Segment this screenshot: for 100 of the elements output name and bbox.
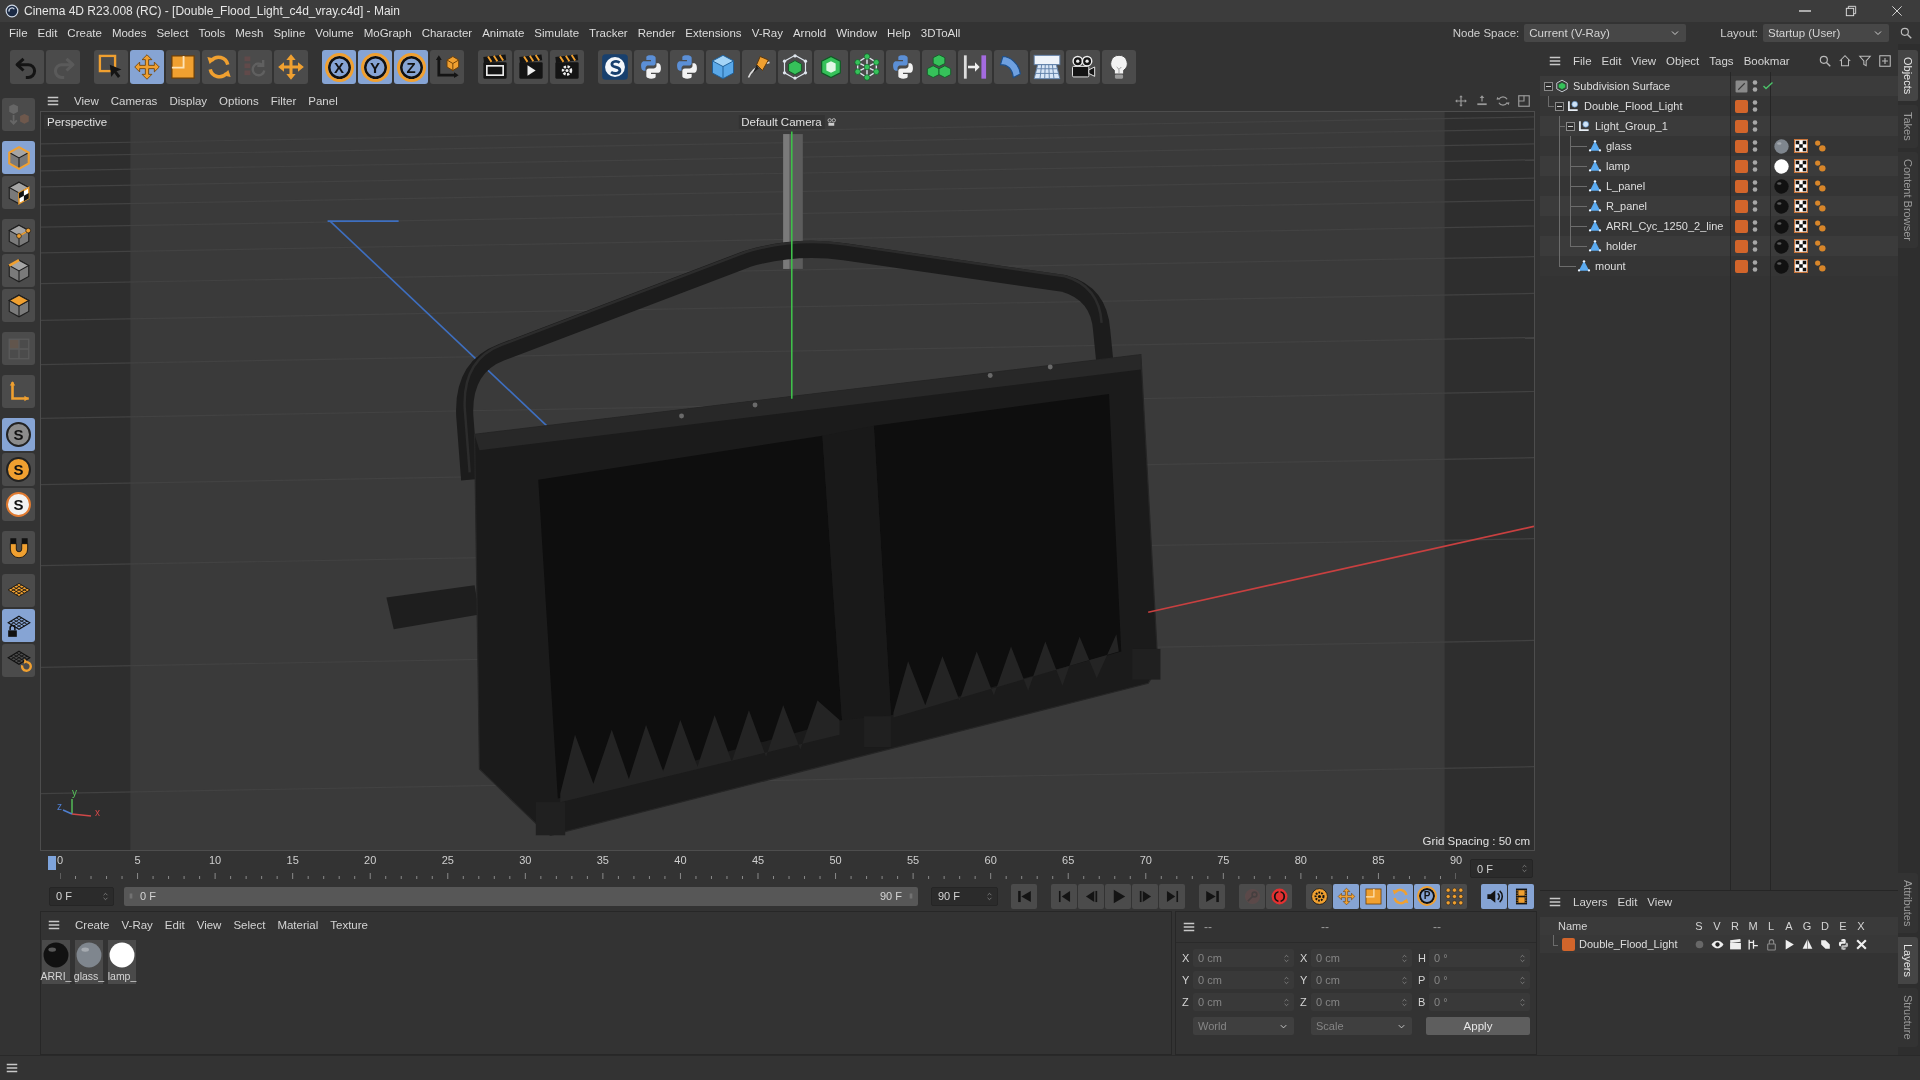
panel-tab[interactable]: Content Browser <box>1898 152 1918 248</box>
rotate-tool-button[interactable] <box>202 50 236 84</box>
menu-item[interactable]: View <box>68 94 105 107</box>
menu-item[interactable]: Layers <box>1568 896 1613 908</box>
material-ball-icon[interactable] <box>1774 158 1789 174</box>
menu-item[interactable]: Edit <box>1612 896 1643 908</box>
menu-item[interactable]: Arnold <box>787 27 832 39</box>
snap-button[interactable]: S <box>2 418 35 451</box>
menu-item[interactable]: Options <box>213 94 265 107</box>
range-bar[interactable]: 0 F 90 F <box>124 886 918 906</box>
filter-icon[interactable] <box>1858 54 1872 68</box>
menu-item[interactable]: View <box>1626 55 1662 67</box>
layer-swatch-icon[interactable] <box>1562 937 1575 951</box>
menu-item[interactable]: Volume <box>310 27 359 39</box>
transform-tool-button[interactable] <box>274 50 308 84</box>
layer-swatch-icon[interactable] <box>1735 259 1748 273</box>
menu-item[interactable]: Bookmar <box>1738 55 1795 67</box>
menu-icon[interactable] <box>1182 920 1196 934</box>
key-rotation-button[interactable] <box>1387 883 1413 909</box>
key-point-level-button[interactable] <box>1441 883 1467 909</box>
menu-item[interactable]: Edit <box>32 27 63 39</box>
menu-item[interactable]: View <box>190 919 228 931</box>
layer-swatch-icon[interactable] <box>1735 99 1748 113</box>
menu-icon[interactable] <box>5 1061 19 1075</box>
axis-lock-button[interactable]: X <box>322 50 356 84</box>
polygons-mode-button[interactable] <box>2 289 35 322</box>
menu-item[interactable]: V-Ray <box>746 27 788 39</box>
key-parameter-button[interactable]: P <box>1414 883 1440 909</box>
grip-icon[interactable] <box>128 893 134 899</box>
visibility-dots-icon[interactable] <box>1752 79 1758 93</box>
dots-tag-icon[interactable] <box>1813 199 1827 213</box>
material-ball-icon[interactable] <box>1774 138 1789 154</box>
expand-toggle[interactable] <box>1566 121 1575 131</box>
current-frame-field[interactable]: 0 F <box>1470 859 1533 878</box>
layer-swatch-icon[interactable] <box>1735 239 1748 253</box>
menu-icon[interactable] <box>1548 54 1562 68</box>
axis-mode-button[interactable] <box>2 375 35 408</box>
checker-tag-icon[interactable] <box>1794 139 1808 153</box>
menu-item[interactable]: Tools <box>193 27 231 39</box>
menu-item[interactable]: Spline <box>268 27 311 39</box>
visibility-dots-icon[interactable] <box>1752 199 1758 213</box>
object-row[interactable]: Light_Group_1 <box>1540 116 1898 136</box>
layer-swatch-icon[interactable] <box>1735 179 1748 193</box>
deformer-button[interactable] <box>994 50 1028 84</box>
snap-button[interactable]: S <box>2 488 35 521</box>
menu-item[interactable]: File <box>4 27 33 39</box>
autokey-button[interactable] <box>1266 883 1292 909</box>
panel-tab[interactable]: Attributes <box>1898 872 1918 934</box>
menu-icon[interactable] <box>1548 895 1562 909</box>
visibility-dots-icon[interactable] <box>1752 259 1758 273</box>
cross-icon[interactable] <box>1854 937 1868 951</box>
selection-tool-button[interactable] <box>94 50 128 84</box>
texture-mode-button[interactable] <box>2 176 35 209</box>
menu-item[interactable]: Tracker <box>584 27 633 39</box>
cube-button[interactable] <box>706 50 740 84</box>
node-space-dropdown[interactable]: Current (V-Ray) <box>1524 24 1687 42</box>
thumbnail-tile[interactable]: ARRI_ <box>42 940 70 984</box>
thumbnail-tile[interactable]: lamp_ <box>108 940 136 984</box>
menu-item[interactable]: Filter <box>264 94 303 107</box>
plugin-button[interactable] <box>598 50 632 84</box>
camera-name[interactable]: Default Camera <box>738 115 825 129</box>
object-row[interactable]: Subdivision Surface <box>1540 76 1898 96</box>
expand-toggle[interactable] <box>1555 101 1564 111</box>
layer-swatch-icon[interactable] <box>1735 219 1748 233</box>
slashed-square-icon[interactable] <box>1735 79 1748 93</box>
menu-item[interactable]: Tags <box>1704 55 1739 67</box>
layer-swatch-icon[interactable] <box>1735 119 1748 133</box>
axis-lock-button[interactable]: Z <box>394 50 428 84</box>
pen-tool-button[interactable] <box>742 50 776 84</box>
menu-item[interactable]: Display <box>163 94 214 107</box>
menu-item[interactable]: Modes <box>106 27 152 39</box>
search-icon[interactable] <box>1818 54 1832 68</box>
edges-mode-button[interactable] <box>2 254 35 287</box>
layer-swatch-icon[interactable] <box>1735 139 1748 153</box>
dots-tag-icon[interactable] <box>1813 179 1827 193</box>
layer-swatch-icon[interactable] <box>1735 159 1748 173</box>
visibility-dots-icon[interactable] <box>1752 119 1758 133</box>
menu-item[interactable]: Select <box>151 27 194 39</box>
menu-item[interactable]: Edit <box>1596 55 1627 67</box>
key-selection-button[interactable] <box>1306 883 1332 909</box>
menu-item[interactable]: File <box>1568 55 1597 67</box>
checker-tag-icon[interactable] <box>1794 199 1808 213</box>
dolly-arrow-icon[interactable] <box>1475 93 1489 108</box>
dots-tag-icon[interactable] <box>1813 219 1827 233</box>
coordinate-system-button[interactable] <box>430 50 464 84</box>
menu-item[interactable]: Help <box>882 27 916 39</box>
floor-button[interactable] <box>1030 50 1064 84</box>
checker-tag-icon[interactable] <box>1794 179 1808 193</box>
snake-logo-icon[interactable] <box>1836 937 1850 951</box>
cloner-button[interactable] <box>850 50 884 84</box>
light-button[interactable] <box>1102 50 1136 84</box>
menu-item[interactable]: View <box>1642 896 1678 908</box>
menu-item[interactable]: 3DToAll <box>915 27 966 39</box>
subdivision-button[interactable] <box>778 50 812 84</box>
dots-tag-icon[interactable] <box>1813 139 1827 153</box>
go-to-start-button[interactable] <box>1011 883 1037 909</box>
scale-tool-button[interactable] <box>166 50 200 84</box>
menu-item[interactable]: Extensions <box>680 27 747 39</box>
layer-swatch-icon[interactable] <box>1735 199 1748 213</box>
layer-row[interactable]: Double_Flood_Light <box>1540 935 1898 953</box>
